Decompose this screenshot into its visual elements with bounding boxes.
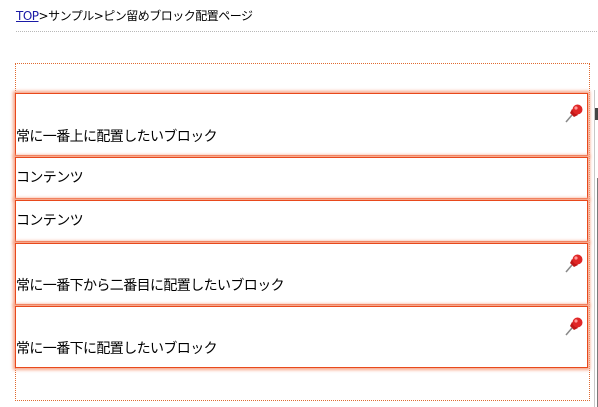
block-label: 常に一番下から二番目に配置したいブロック bbox=[16, 278, 285, 294]
block-second-bottom-pinned[interactable]: 常に一番下から二番目に配置したいブロック bbox=[15, 243, 588, 305]
block-label: 常に一番下に配置したいブロック bbox=[16, 341, 218, 357]
pushpin-icon[interactable] bbox=[563, 102, 585, 124]
block-label: 常に一番上に配置したいブロック bbox=[16, 129, 218, 145]
block-content[interactable]: コンテンツ bbox=[15, 157, 588, 199]
breadcrumb-link-top[interactable]: TOP bbox=[16, 9, 39, 23]
breadcrumb: TOP>サンプル>ピン留めブロック配置ページ bbox=[16, 8, 253, 26]
block-label: コンテンツ bbox=[16, 213, 84, 229]
pushpin-icon[interactable] bbox=[563, 252, 585, 274]
block-label: コンテンツ bbox=[16, 170, 84, 186]
divider bbox=[16, 31, 597, 32]
block-content[interactable]: コンテンツ bbox=[15, 200, 588, 242]
edge-line bbox=[594, 90, 595, 407]
breadcrumb-current: ピン留めブロック配置ページ bbox=[103, 9, 253, 23]
pushpin-icon[interactable] bbox=[563, 315, 585, 337]
block-bottom-pinned[interactable]: 常に一番下に配置したいブロック bbox=[15, 306, 588, 368]
breadcrumb-separator: > bbox=[38, 9, 49, 23]
breadcrumb-item-sample: サンプル bbox=[48, 9, 94, 23]
breadcrumb-separator: > bbox=[93, 9, 104, 23]
right-edge-sidebar bbox=[594, 90, 598, 407]
block-top-pinned[interactable]: 常に一番上に配置したいブロック bbox=[15, 93, 588, 156]
